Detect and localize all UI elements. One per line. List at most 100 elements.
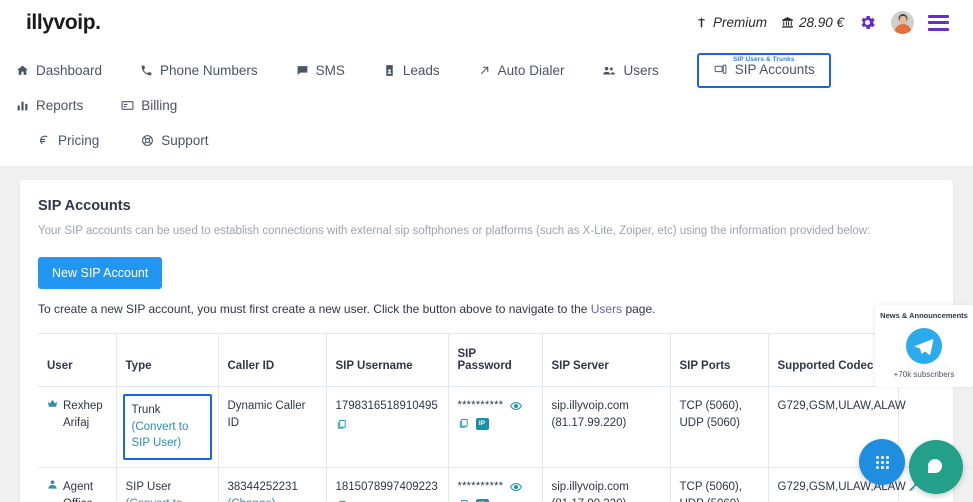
eye-icon[interactable] — [510, 400, 523, 412]
users-link[interactable]: Users — [591, 302, 622, 316]
nav-item-billing[interactable]: Billing — [121, 88, 177, 123]
nav-label: Users — [623, 63, 659, 78]
type-convert-link[interactable]: (Convert to SIP User) — [132, 421, 189, 450]
eye-icon[interactable] — [510, 481, 523, 493]
cell-type: SIP User (Convert to Trunk) — [115, 467, 218, 502]
sip-username-value: 1815078997409223 — [335, 481, 438, 494]
helper-text: To create a new SIP account, you must fi… — [38, 302, 935, 316]
dialpad-fab[interactable] — [859, 439, 905, 485]
type-primary: SIP User — [125, 481, 172, 494]
nav-item-dashboard[interactable]: Dashboard — [16, 53, 102, 88]
lifebuoy-icon — [141, 134, 154, 147]
nav-item-users[interactable]: Users — [602, 53, 659, 88]
cell-sip-password: ********** IP — [447, 467, 542, 502]
avatar-body — [894, 24, 911, 34]
nav-label: Reports — [36, 98, 84, 113]
user-name: Agent Office — [63, 481, 94, 502]
sip-server-value: sip.illyvoip.com (81.17.99.220) — [551, 400, 629, 429]
card-subtitle: Your SIP accounts can be used to establi… — [38, 225, 871, 237]
users-icon — [602, 64, 616, 78]
person-icon — [47, 479, 58, 490]
hamburger-menu-icon[interactable] — [928, 14, 949, 31]
col-header-type: Type — [115, 333, 218, 387]
nav-item-pricing[interactable]: Pricing — [38, 123, 99, 158]
avatar-face — [899, 16, 906, 24]
masked-password: ********** — [457, 480, 504, 493]
balance-label: 28.90 € — [798, 15, 844, 30]
nav-row-primary: Dashboard Phone Numbers SMS Leads Auto D… — [16, 45, 957, 123]
premium-badge[interactable]: Premium — [695, 15, 767, 30]
col-header-user: User — [38, 333, 116, 387]
bank-icon — [781, 16, 794, 29]
nav-tagline: SIP Users & Trunks — [732, 56, 795, 63]
telegram-news-widget[interactable]: News & Announcements +70k subscribers — [875, 305, 973, 387]
page-body: SIP Accounts Your SIP accounts can be us… — [0, 166, 973, 502]
table-head: User Type Caller ID SIP Username SIP Pas… — [38, 333, 973, 387]
nav-label: Billing — [141, 98, 178, 113]
nav-label: Support — [161, 133, 209, 148]
col-header-sip-server: SIP Server — [541, 333, 670, 387]
dialpad-icon — [875, 455, 889, 469]
cell-sip-username: 1815078997409223 — [325, 467, 448, 502]
nav-label: Pricing — [58, 133, 100, 148]
sip-ports-value: TCP (5060), UDP (5060) — [679, 400, 742, 429]
gear-icon[interactable] — [858, 13, 877, 32]
copy-icon[interactable] — [458, 418, 469, 429]
invoice-icon — [121, 99, 134, 112]
cell-sip-ports: TCP (5060), UDP (5060) — [669, 467, 768, 502]
sip-username-value: 1798316518910495 — [335, 400, 438, 412]
nav-label: Auto Dialer — [497, 63, 565, 78]
brand-logo[interactable]: illyvoip. — [26, 11, 101, 35]
arrow-up-right-icon — [478, 64, 491, 77]
nav-item-leads[interactable]: Leads — [383, 53, 440, 88]
caller-id-change-link[interactable]: (Change) — [228, 498, 276, 502]
avatar[interactable] — [891, 11, 914, 34]
user-name: Rexhep Arifaj — [63, 400, 103, 429]
app-page: illyvoip. Premium 28.90 € Dashboard Phon… — [0, 0, 973, 502]
nav-label: Leads — [402, 63, 440, 78]
telegram-subscribers: +70k subscribers — [893, 370, 955, 379]
new-sip-account-button[interactable]: New SIP Account — [38, 257, 163, 289]
nav-item-phone-numbers[interactable]: Phone Numbers — [140, 53, 258, 88]
balance-display[interactable]: 28.90 € — [781, 15, 844, 30]
top-header: illyvoip. Premium 28.90 € — [0, 0, 973, 45]
caller-id-value: 38344252231 — [227, 481, 298, 494]
nav-item-reports[interactable]: Reports — [16, 88, 83, 123]
telegram-widget-title: News & Announcements — [880, 311, 968, 320]
euro-icon — [38, 134, 51, 147]
nav-item-sip-accounts[interactable]: SIP Users & Trunks SIP Accounts — [696, 53, 831, 88]
copy-icon[interactable] — [336, 419, 347, 430]
type-primary: Trunk — [131, 404, 161, 416]
cell-user: Rexhep Arifaj — [38, 386, 116, 469]
nav-item-sms[interactable]: SMS — [296, 53, 345, 88]
col-header-sip-ports: SIP Ports — [669, 333, 768, 387]
sip-accounts-card: SIP Accounts Your SIP accounts can be us… — [20, 180, 973, 502]
main-navigation: Dashboard Phone Numbers SMS Leads Auto D… — [0, 45, 973, 166]
home-icon — [16, 64, 29, 77]
sip-server-value: sip.illyvoip.com (81.17.99.220) — [551, 481, 629, 502]
caller-id-value: Dynamic Caller ID — [227, 400, 306, 429]
nav-label: SMS — [315, 63, 345, 78]
type-highlight-box[interactable]: Trunk (Convert to SIP User) — [122, 394, 212, 461]
codec-value: G729,GSM,ULAW,ALAW — [777, 400, 906, 412]
cell-sip-password: ********** IP — [447, 386, 542, 469]
cell-sip-server: sip.illyvoip.com (81.17.99.220) — [541, 467, 670, 502]
cell-sip-username: 1798316518910495 — [325, 386, 448, 469]
telegram-plane-icon[interactable] — [906, 328, 942, 364]
nav-row-secondary: Pricing Support — [16, 123, 957, 166]
nav-item-auto-dialer[interactable]: Auto Dialer — [478, 53, 565, 88]
masked-password: ********** — [457, 399, 504, 411]
cell-sip-ports: TCP (5060), UDP (5060) — [669, 386, 768, 469]
cell-caller-id: Dynamic Caller ID — [217, 386, 326, 469]
chat-fab[interactable] — [909, 440, 963, 494]
ip-badge-icon[interactable]: IP — [475, 417, 489, 430]
nav-label: SIP Accounts — [734, 62, 815, 77]
header-actions: Premium 28.90 € — [695, 11, 957, 34]
nav-item-support[interactable]: Support — [141, 123, 209, 158]
cell-sip-server: sip.illyvoip.com (81.17.99.220) — [541, 386, 670, 469]
phone-icon — [140, 64, 153, 77]
nav-label: Dashboard — [36, 63, 103, 78]
type-convert-link[interactable]: (Convert to Trunk) — [126, 498, 183, 502]
crown-icon — [47, 398, 58, 409]
cell-caller-id: 38344252231 (Change) — [217, 467, 326, 502]
